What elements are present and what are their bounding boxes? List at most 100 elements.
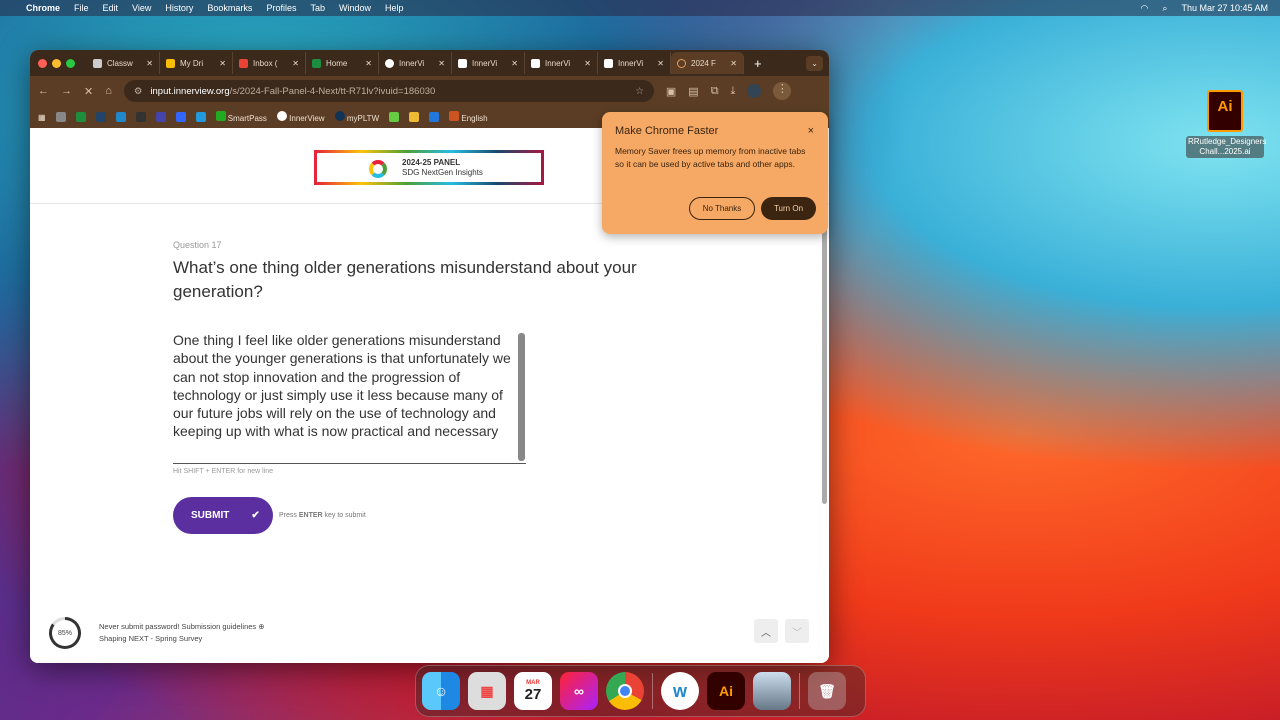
menu-app[interactable]: Chrome (26, 3, 60, 13)
no-thanks-button[interactable]: No Thanks (689, 197, 755, 220)
clock[interactable]: Thu Mar 27 10:45 AM (1181, 3, 1268, 14)
back-icon[interactable]: ← (38, 85, 49, 97)
bookmark-mypltw[interactable]: myPLTW (334, 111, 379, 123)
forward-icon[interactable]: → (61, 85, 72, 97)
bookmark-icon[interactable] (95, 112, 106, 122)
close-window-button[interactable] (38, 58, 47, 68)
question-text: What’s one thing older generations misun… (173, 258, 637, 301)
close-tab-icon[interactable]: ✕ (365, 59, 372, 68)
tab[interactable]: My Dri ✕ (160, 52, 233, 74)
tab-label: Inbox ( (253, 58, 278, 68)
site-settings-icon[interactable]: ⚙ (134, 86, 143, 97)
new-tab-button[interactable]: + (754, 56, 762, 71)
bookmark-smartpass[interactable]: SmartPass (215, 111, 267, 123)
submit-label: SUBMIT (191, 510, 230, 521)
preview-icon[interactable] (753, 672, 791, 710)
launchpad-icon[interactable]: ▦ (468, 672, 506, 710)
bookmark-english[interactable]: English (449, 111, 488, 123)
bookmark-icon[interactable] (75, 112, 86, 122)
close-tab-icon[interactable]: ✕ (219, 59, 226, 68)
next-question-button[interactable]: ﹀ (785, 619, 809, 643)
illustrator-icon[interactable]: Ai (707, 672, 745, 710)
bookmark-icon[interactable] (195, 112, 206, 122)
banner-title: 2024-25 PANEL (402, 157, 461, 167)
panel-banner: 2024-25 PANEL SDG NextGen Insights (314, 150, 544, 185)
tab[interactable]: Home ✕ (306, 52, 379, 74)
menu-file[interactable]: File (74, 3, 89, 13)
bookmark-icon[interactable] (409, 112, 420, 122)
menu-help[interactable]: Help (385, 3, 404, 13)
bookmark-icon[interactable] (429, 112, 440, 122)
menu-history[interactable]: History (165, 3, 193, 13)
sdg-logo (369, 160, 387, 178)
menu-tab[interactable]: Tab (310, 3, 325, 13)
download-circle-icon[interactable]: ⊕ (258, 622, 264, 631)
address-bar[interactable]: ⚙ input.innerview.org/s/2024-Fall-Panel-… (123, 80, 654, 102)
bookmark-icon[interactable] (175, 112, 186, 122)
creative-cloud-icon[interactable]: ∞ (560, 672, 598, 710)
menu-profiles[interactable]: Profiles (266, 3, 296, 13)
chrome-icon[interactable] (606, 672, 644, 710)
menu-edit[interactable]: Edit (103, 3, 119, 13)
bookmark-icon[interactable] (55, 112, 66, 122)
extension-icon[interactable]: ▤ (688, 85, 698, 98)
minimize-window-button[interactable] (52, 58, 61, 68)
close-tab-icon[interactable]: ✕ (584, 59, 591, 68)
url-path: /s/2024-Fall-Panel-4-Next/tt-R71lv?ivuid… (229, 85, 436, 97)
bookmark-star-icon[interactable]: ☆ (635, 86, 644, 97)
tab[interactable]: InnerVi ✕ (379, 52, 452, 74)
wifi-icon[interactable]: ◠ (1141, 3, 1149, 14)
extension-icon[interactable]: ▣ (666, 85, 676, 98)
tab[interactable]: Inbox ( ✕ (233, 52, 306, 74)
tab-active[interactable]: 2024 F ✕ (671, 52, 744, 74)
bookmark-icon[interactable] (115, 112, 126, 122)
home-icon[interactable]: ⌂ (105, 85, 112, 97)
menu-bar: Chrome File Edit View History Bookmarks … (0, 0, 1280, 16)
tab-label: 2024 F (691, 58, 716, 68)
profile-avatar[interactable] (747, 84, 762, 98)
bookmark-innerview[interactable]: InnerView (276, 111, 325, 123)
search-icon[interactable]: ⌕ (1162, 3, 1167, 14)
tab[interactable]: InnerVi ✕ (452, 52, 525, 74)
trash-icon[interactable]: 🗑 (808, 672, 846, 710)
tab[interactable]: InnerVi ✕ (525, 52, 598, 74)
menu-kebab-icon[interactable]: ⋮ (773, 82, 792, 100)
finder-icon[interactable]: ☺ (422, 672, 460, 710)
textarea-scrollbar[interactable] (518, 333, 525, 461)
stop-icon[interactable]: ✕ (84, 85, 93, 98)
menu-window[interactable]: Window (339, 3, 371, 13)
bookmark-icon[interactable] (389, 112, 400, 122)
tab-search-icon[interactable]: ⌄ (806, 55, 823, 71)
toolbar: ← → ✕ ⌂ ⚙ input.innerview.org/s/2024-Fal… (30, 76, 829, 106)
menu-bookmarks[interactable]: Bookmarks (207, 3, 252, 13)
close-tab-icon[interactable]: ✕ (511, 59, 518, 68)
apps-grid-icon[interactable]: ▦ (38, 113, 46, 122)
guidelines-link[interactable]: Never submit password! Submission guidel… (99, 622, 256, 631)
previous-question-button[interactable]: ︿ (754, 619, 778, 643)
desktop-file[interactable]: Ai RRutledge_Designers Chall...2025.ai (1186, 90, 1266, 158)
tab[interactable]: InnerVi ✕ (598, 52, 671, 74)
close-tab-icon[interactable]: ✕ (292, 59, 299, 68)
menu-view[interactable]: View (132, 3, 151, 13)
webex-icon[interactable]: w (661, 672, 699, 710)
download-icon[interactable]: ⤓ (731, 85, 736, 98)
close-tab-icon[interactable]: ✕ (438, 59, 445, 68)
close-tab-icon[interactable]: ✕ (146, 59, 153, 68)
close-tab-icon[interactable]: ✕ (657, 59, 664, 68)
turn-on-button[interactable]: Turn On (761, 197, 816, 220)
close-tab-icon[interactable]: ✕ (730, 59, 737, 68)
tab-label: InnerVi (618, 58, 644, 68)
banner-subtitle: SDG NextGen Insights (402, 167, 483, 177)
answer-textarea[interactable]: One thing I feel like older generations … (173, 331, 526, 464)
submit-hint: Press ENTER key to submit (279, 512, 366, 519)
bookmark-icon[interactable] (135, 112, 146, 122)
close-icon[interactable]: × (808, 125, 814, 137)
bookmark-icon[interactable] (155, 112, 166, 122)
extensions-puzzle-icon[interactable]: ⧉ (711, 85, 719, 98)
calendar-icon[interactable]: MAR 27 (514, 672, 552, 710)
progress-ring: 85% (49, 617, 81, 649)
zoom-window-button[interactable] (66, 58, 75, 68)
tab-strip: Classw ✕ My Dri ✕ Inbox (✕ Home ✕ InnerVi ✕ … (30, 50, 829, 76)
tab[interactable]: Classw ✕ (87, 52, 160, 74)
submit-button[interactable]: SUBMIT ✔ (173, 497, 273, 534)
